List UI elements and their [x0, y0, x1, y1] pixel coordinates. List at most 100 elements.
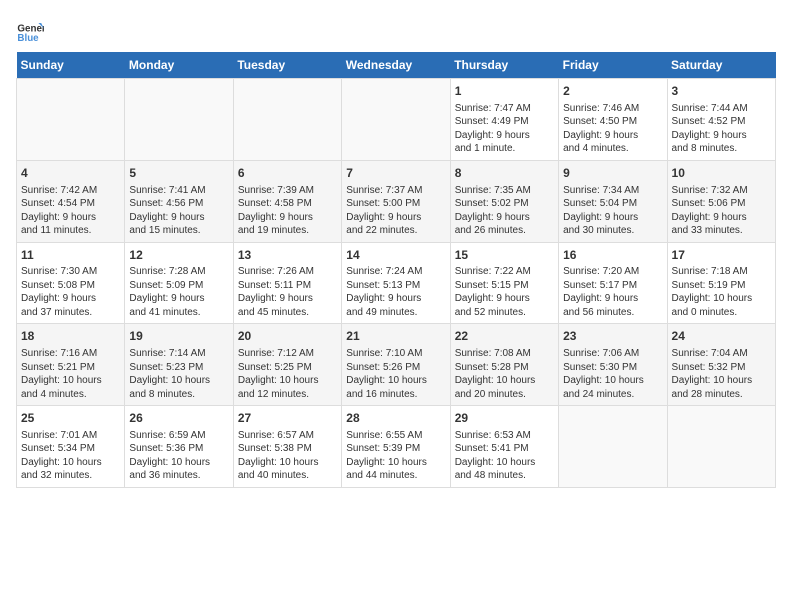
calendar-cell: 19 Sunrise: 7:14 AM Sunset: 5:23 PM Dayli… — [125, 324, 233, 406]
calendar-cell: 5 Sunrise: 7:41 AM Sunset: 4:56 PM Daylig… — [125, 160, 233, 242]
calendar-cell: 6 Sunrise: 7:39 AM Sunset: 4:58 PM Daylig… — [233, 160, 341, 242]
day-info: Sunrise: 6:59 AM Sunset: 5:36 PM Dayligh… — [129, 429, 228, 483]
weekday-header-tuesday: Tuesday — [233, 52, 341, 79]
day-info: Sunrise: 7:41 AM Sunset: 4:56 PM Dayligh… — [129, 184, 228, 238]
day-number: 29 — [455, 410, 554, 427]
calendar-cell — [233, 79, 341, 161]
day-info: Sunrise: 6:57 AM Sunset: 5:38 PM Dayligh… — [238, 429, 337, 483]
day-number: 21 — [346, 328, 445, 345]
logo: General Blue — [16, 16, 48, 44]
day-info: Sunrise: 7:44 AM Sunset: 4:52 PM Dayligh… — [672, 102, 771, 156]
calendar-cell: 3 Sunrise: 7:44 AM Sunset: 4:52 PM Daylig… — [667, 79, 775, 161]
day-number: 27 — [238, 410, 337, 427]
calendar-cell: 27 Sunrise: 6:57 AM Sunset: 5:38 PM Dayli… — [233, 406, 341, 488]
day-info: Sunrise: 7:32 AM Sunset: 5:06 PM Dayligh… — [672, 184, 771, 238]
calendar-cell: 8 Sunrise: 7:35 AM Sunset: 5:02 PM Daylig… — [450, 160, 558, 242]
day-info: Sunrise: 7:18 AM Sunset: 5:19 PM Dayligh… — [672, 265, 771, 319]
calendar-cell: 23 Sunrise: 7:06 AM Sunset: 5:30 PM Dayli… — [559, 324, 667, 406]
calendar-cell: 26 Sunrise: 6:59 AM Sunset: 5:36 PM Dayli… — [125, 406, 233, 488]
svg-text:Blue: Blue — [17, 33, 39, 44]
calendar-cell: 28 Sunrise: 6:55 AM Sunset: 5:39 PM Dayli… — [342, 406, 450, 488]
weekday-header-friday: Friday — [559, 52, 667, 79]
calendar-cell — [559, 406, 667, 488]
calendar-cell: 29 Sunrise: 6:53 AM Sunset: 5:41 PM Dayli… — [450, 406, 558, 488]
calendar-week-row: 11Sunrise: 7:30 AM Sunset: 5:08 PM Dayli… — [17, 242, 776, 324]
day-number: 7 — [346, 165, 445, 182]
day-info: Sunrise: 7:24 AM Sunset: 5:13 PM Dayligh… — [346, 265, 445, 319]
day-info: Sunrise: 7:35 AM Sunset: 5:02 PM Dayligh… — [455, 184, 554, 238]
day-number: 4 — [21, 165, 120, 182]
calendar-cell — [17, 79, 125, 161]
day-info: Sunrise: 7:12 AM Sunset: 5:25 PM Dayligh… — [238, 347, 337, 401]
day-number: 18 — [21, 328, 120, 345]
calendar-table: SundayMondayTuesdayWednesdayThursdayFrid… — [16, 52, 776, 488]
calendar-week-row: 18 Sunrise: 7:16 AM Sunset: 5:21 PM Dayli… — [17, 324, 776, 406]
day-number: 6 — [238, 165, 337, 182]
day-info: Sunrise: 6:55 AM Sunset: 5:39 PM Dayligh… — [346, 429, 445, 483]
calendar-cell: 13Sunrise: 7:26 AM Sunset: 5:11 PM Dayli… — [233, 242, 341, 324]
day-number: 24 — [672, 328, 771, 345]
logo-icon: General Blue — [16, 16, 44, 44]
day-number: 12 — [129, 247, 228, 264]
day-number: 11 — [21, 247, 120, 264]
day-number: 23 — [563, 328, 662, 345]
calendar-cell: 16Sunrise: 7:20 AM Sunset: 5:17 PM Dayli… — [559, 242, 667, 324]
calendar-cell: 11Sunrise: 7:30 AM Sunset: 5:08 PM Dayli… — [17, 242, 125, 324]
calendar-week-row: 4 Sunrise: 7:42 AM Sunset: 4:54 PM Daylig… — [17, 160, 776, 242]
calendar-cell: 14Sunrise: 7:24 AM Sunset: 5:13 PM Dayli… — [342, 242, 450, 324]
calendar-cell: 9Sunrise: 7:34 AM Sunset: 5:04 PM Daylig… — [559, 160, 667, 242]
header: General Blue — [16, 16, 776, 44]
day-number: 20 — [238, 328, 337, 345]
calendar-cell: 4 Sunrise: 7:42 AM Sunset: 4:54 PM Daylig… — [17, 160, 125, 242]
calendar-week-row: 25 Sunrise: 7:01 AM Sunset: 5:34 PM Dayli… — [17, 406, 776, 488]
weekday-header-wednesday: Wednesday — [342, 52, 450, 79]
calendar-cell: 18 Sunrise: 7:16 AM Sunset: 5:21 PM Dayli… — [17, 324, 125, 406]
calendar-header: SundayMondayTuesdayWednesdayThursdayFrid… — [17, 52, 776, 79]
day-info: Sunrise: 7:46 AM Sunset: 4:50 PM Dayligh… — [563, 102, 662, 156]
day-number: 28 — [346, 410, 445, 427]
day-number: 14 — [346, 247, 445, 264]
day-info: Sunrise: 7:39 AM Sunset: 4:58 PM Dayligh… — [238, 184, 337, 238]
weekday-header-monday: Monday — [125, 52, 233, 79]
day-number: 1 — [455, 83, 554, 100]
day-info: Sunrise: 7:20 AM Sunset: 5:17 PM Dayligh… — [563, 265, 662, 319]
weekday-header-thursday: Thursday — [450, 52, 558, 79]
day-number: 17 — [672, 247, 771, 264]
day-number: 8 — [455, 165, 554, 182]
day-number: 3 — [672, 83, 771, 100]
calendar-cell — [342, 79, 450, 161]
day-info: Sunrise: 7:47 AM Sunset: 4:49 PM Dayligh… — [455, 102, 554, 156]
calendar-cell: 2 Sunrise: 7:46 AM Sunset: 4:50 PM Daylig… — [559, 79, 667, 161]
day-info: Sunrise: 7:14 AM Sunset: 5:23 PM Dayligh… — [129, 347, 228, 401]
day-info: Sunrise: 7:16 AM Sunset: 5:21 PM Dayligh… — [21, 347, 120, 401]
day-info: Sunrise: 7:04 AM Sunset: 5:32 PM Dayligh… — [672, 347, 771, 401]
day-number: 19 — [129, 328, 228, 345]
day-info: Sunrise: 7:30 AM Sunset: 5:08 PM Dayligh… — [21, 265, 120, 319]
calendar-cell: 15Sunrise: 7:22 AM Sunset: 5:15 PM Dayli… — [450, 242, 558, 324]
day-info: Sunrise: 7:01 AM Sunset: 5:34 PM Dayligh… — [21, 429, 120, 483]
calendar-cell: 22Sunrise: 7:08 AM Sunset: 5:28 PM Dayli… — [450, 324, 558, 406]
calendar-cell: 12Sunrise: 7:28 AM Sunset: 5:09 PM Dayli… — [125, 242, 233, 324]
day-number: 16 — [563, 247, 662, 264]
day-number: 5 — [129, 165, 228, 182]
day-info: Sunrise: 7:37 AM Sunset: 5:00 PM Dayligh… — [346, 184, 445, 238]
calendar-cell: 20 Sunrise: 7:12 AM Sunset: 5:25 PM Dayli… — [233, 324, 341, 406]
day-number: 9 — [563, 165, 662, 182]
calendar-cell: 24 Sunrise: 7:04 AM Sunset: 5:32 PM Dayli… — [667, 324, 775, 406]
calendar-cell — [125, 79, 233, 161]
calendar-cell: 1 Sunrise: 7:47 AM Sunset: 4:49 PM Daylig… — [450, 79, 558, 161]
day-info: Sunrise: 7:08 AM Sunset: 5:28 PM Dayligh… — [455, 347, 554, 401]
calendar-cell — [667, 406, 775, 488]
calendar-cell: 25 Sunrise: 7:01 AM Sunset: 5:34 PM Dayli… — [17, 406, 125, 488]
weekday-header-saturday: Saturday — [667, 52, 775, 79]
day-info: Sunrise: 7:06 AM Sunset: 5:30 PM Dayligh… — [563, 347, 662, 401]
weekday-header-row: SundayMondayTuesdayWednesdayThursdayFrid… — [17, 52, 776, 79]
day-number: 2 — [563, 83, 662, 100]
day-info: Sunrise: 7:22 AM Sunset: 5:15 PM Dayligh… — [455, 265, 554, 319]
day-info: Sunrise: 7:10 AM Sunset: 5:26 PM Dayligh… — [346, 347, 445, 401]
day-info: Sunrise: 6:53 AM Sunset: 5:41 PM Dayligh… — [455, 429, 554, 483]
day-info: Sunrise: 7:42 AM Sunset: 4:54 PM Dayligh… — [21, 184, 120, 238]
day-number: 15 — [455, 247, 554, 264]
day-number: 25 — [21, 410, 120, 427]
day-number: 26 — [129, 410, 228, 427]
